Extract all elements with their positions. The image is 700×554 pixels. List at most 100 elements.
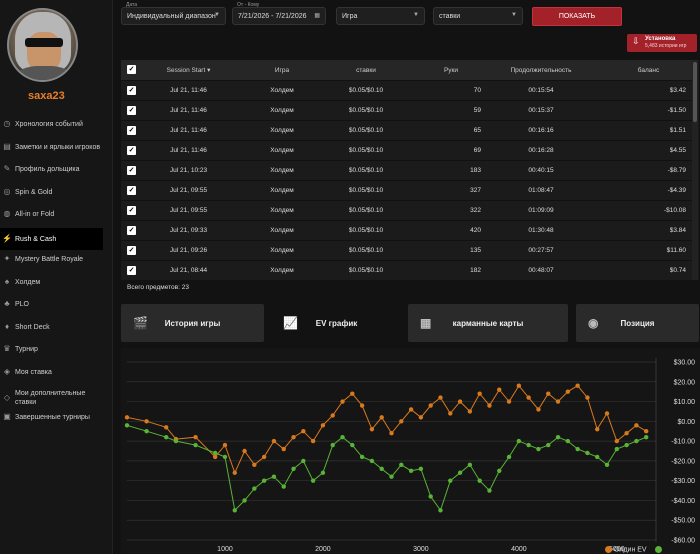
series-2-point[interactable] [506, 454, 512, 460]
series-1-point[interactable] [379, 415, 384, 420]
series-2-point[interactable] [487, 488, 492, 493]
series-1-point[interactable] [281, 446, 286, 452]
series-2-point[interactable] [614, 446, 620, 452]
table-row[interactable]: ✓ Jul 21, 11:46 Холдем $0.05/$0.10 69 00:16:2… [121, 140, 692, 160]
series-2-point[interactable] [330, 442, 335, 448]
series-2-point[interactable] [389, 474, 394, 479]
series-2-point[interactable] [340, 434, 345, 440]
series-2-point[interactable] [301, 458, 306, 464]
series-1-point[interactable] [369, 427, 375, 432]
row-checkbox[interactable]: ✓ [127, 146, 136, 155]
series-1-point[interactable] [163, 425, 169, 430]
series-1-point[interactable] [330, 413, 335, 418]
series-2-point[interactable] [536, 446, 541, 452]
series-1-point[interactable] [595, 427, 600, 432]
table-row[interactable]: ✓ Jul 21, 11:46 Холдем $0.05/$0.10 59 00:15:3… [121, 100, 692, 120]
series-2-point[interactable] [310, 478, 316, 483]
date-range-field[interactable]: От - Кому 7/21/2026 - 7/21/2026 ▦ [232, 2, 326, 25]
series-1-point[interactable] [457, 399, 463, 404]
series-2-point[interactable] [242, 498, 247, 503]
column-header-balance[interactable]: баланс [611, 67, 686, 74]
tab-3[interactable]: ▦ карманные карты [408, 304, 568, 342]
series-2-point[interactable] [526, 442, 531, 448]
game-select[interactable]: Игра ▼ [336, 7, 425, 25]
series-2-point[interactable] [232, 508, 237, 513]
series-2-point[interactable] [399, 462, 404, 468]
series-2-point[interactable] [477, 478, 482, 483]
sidebar-item-1[interactable]: ◷ Хронология событий [0, 119, 103, 129]
row-checkbox[interactable]: ✓ [127, 266, 136, 275]
sidebar-item-5[interactable]: ◍ All-in or Fold [0, 209, 103, 219]
sidebar-item-11[interactable]: ♛ Турнир [0, 344, 103, 354]
series-1-point[interactable] [477, 391, 482, 396]
series-2-point[interactable] [212, 450, 218, 456]
series-2-point[interactable] [595, 454, 600, 460]
series-1-point[interactable] [526, 395, 531, 400]
series-2-point[interactable] [418, 466, 424, 471]
series-1-point[interactable] [144, 419, 149, 424]
series-2-point[interactable] [555, 434, 561, 440]
sidebar-item-14[interactable]: ▣ Завершенные турниры [0, 412, 103, 422]
avatar[interactable] [7, 8, 78, 82]
row-checkbox[interactable]: ✓ [127, 226, 136, 235]
tab-4[interactable]: ◉ Позиция [576, 304, 699, 342]
series-2-point[interactable] [624, 442, 629, 448]
series-2-point[interactable] [281, 484, 286, 489]
series-1-point[interactable] [506, 399, 512, 404]
series-2-point[interactable] [350, 442, 355, 448]
series-2-point[interactable] [634, 438, 639, 444]
stakes-select[interactable]: ставки ▼ [433, 7, 523, 25]
scrollbar-thumb[interactable] [693, 62, 697, 122]
tab-1[interactable]: 🎬 История игры [121, 304, 264, 342]
row-checkbox[interactable]: ✓ [127, 106, 136, 115]
table-scrollbar[interactable] [692, 60, 698, 280]
series-2-point[interactable] [604, 462, 610, 468]
series-1-point[interactable] [418, 415, 424, 420]
series-2-point[interactable] [124, 423, 130, 428]
table-row[interactable]: ✓ Jul 21, 09:55 Холдем $0.05/$0.10 327 01:08:… [121, 180, 692, 200]
series-1-point[interactable] [428, 403, 433, 408]
series-1-point[interactable] [448, 411, 453, 416]
series-2-point[interactable] [193, 442, 198, 448]
sidebar-item-3[interactable]: ✎ Профиль дольщика [0, 164, 103, 174]
series-1-point[interactable] [212, 454, 218, 460]
series-2-point[interactable] [457, 470, 463, 475]
legend-item-green[interactable] [654, 546, 664, 553]
series-2-point[interactable] [546, 442, 551, 448]
install-button[interactable]: ⇩ Установка 5,483 истории игр [627, 34, 697, 52]
series-2-point[interactable] [173, 438, 179, 444]
series-2-point[interactable] [585, 450, 590, 456]
tab-2[interactable]: 📈 EV график [271, 304, 402, 342]
series-1-point[interactable] [320, 423, 326, 428]
sidebar-item-7[interactable]: ✦ Mystery Battle Royale [0, 254, 103, 264]
series-2-point[interactable] [320, 470, 326, 475]
sidebar-item-8[interactable]: ♠ Холдем [0, 277, 103, 287]
series-2-point[interactable] [467, 462, 473, 468]
column-header-stakes[interactable]: ставки [326, 67, 406, 74]
legend-item-allin-ev[interactable]: Олдин EV [605, 546, 647, 553]
series-1-point[interactable] [359, 403, 365, 408]
series-1-point[interactable] [271, 438, 277, 444]
series-1-point[interactable] [467, 409, 473, 414]
row-checkbox[interactable]: ✓ [127, 186, 136, 195]
series-2-point[interactable] [438, 508, 443, 513]
series-1-point[interactable] [124, 415, 130, 420]
series-1-point[interactable] [565, 389, 571, 394]
table-row[interactable]: ✓ Jul 21, 11:46 Холдем $0.05/$0.10 70 00:15:5… [121, 80, 692, 100]
series-2-point[interactable] [222, 454, 228, 460]
series-1-point[interactable] [546, 391, 551, 396]
series-2-point[interactable] [271, 474, 277, 479]
series-2-point[interactable] [516, 438, 522, 444]
sidebar-item-2[interactable]: ▤ Заметки и ярлыки игроков [0, 142, 103, 152]
series-1-point[interactable] [575, 383, 580, 388]
table-row[interactable]: ✓ Jul 21, 08:44 Холдем $0.05/$0.10 182 00:48:… [121, 260, 692, 280]
series-1-point[interactable] [555, 399, 561, 404]
series-2-point[interactable] [565, 438, 571, 444]
table-row[interactable]: ✓ Jul 21, 09:33 Холдем $0.05/$0.10 420 01:30:… [121, 220, 692, 240]
series-1-point[interactable] [408, 407, 414, 412]
table-row[interactable]: ✓ Jul 21, 10:23 Холдем $0.05/$0.10 183 00:40:… [121, 160, 692, 180]
series-1-point[interactable] [340, 399, 345, 404]
series-1-point[interactable] [389, 431, 394, 436]
row-checkbox[interactable]: ✓ [127, 166, 136, 175]
sidebar-item-12[interactable]: ◈ Моя ставка [0, 367, 103, 377]
